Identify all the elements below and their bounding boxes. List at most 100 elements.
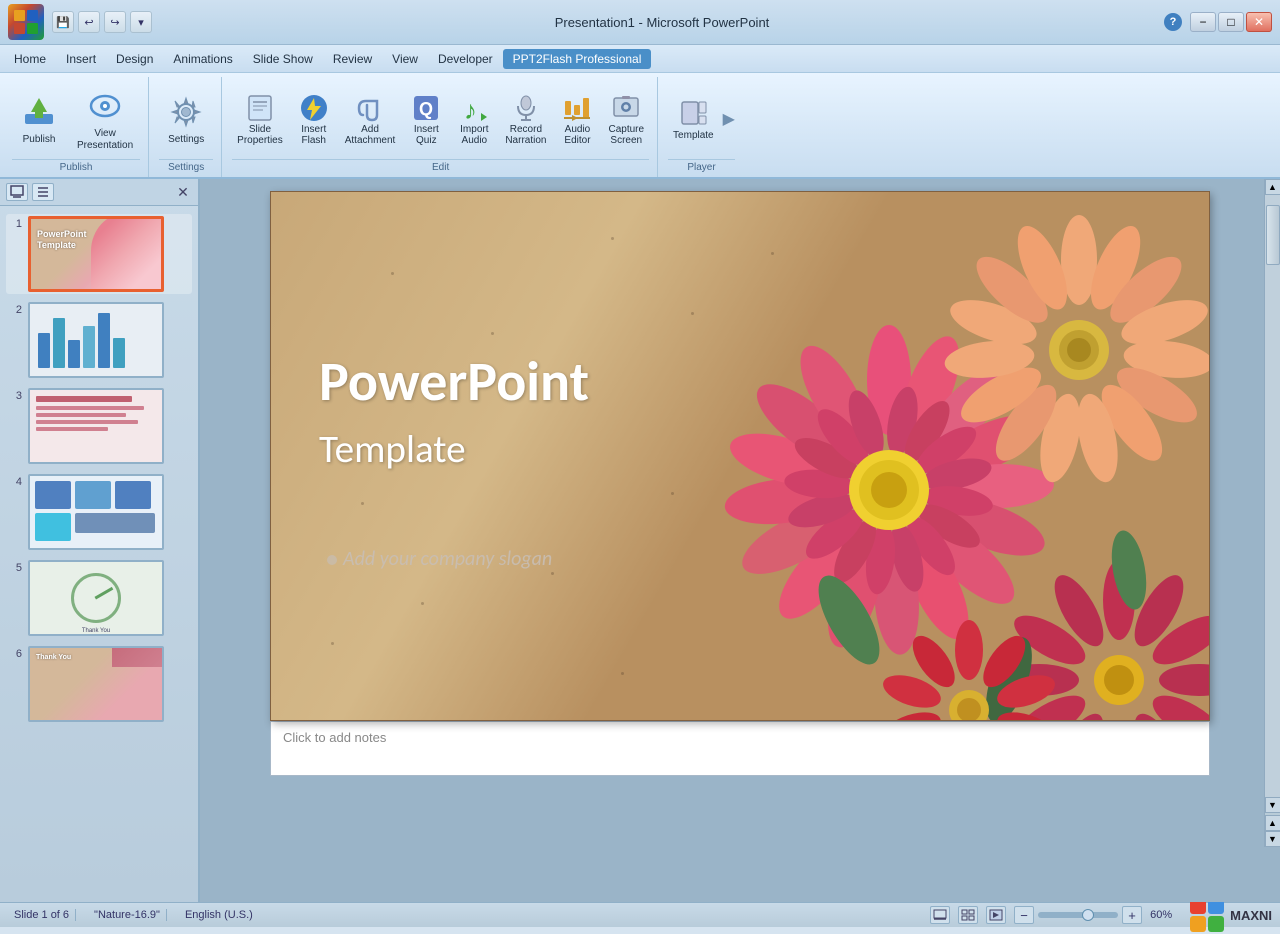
thumb-img-2	[28, 302, 164, 378]
slide-thumbnail-1[interactable]: 1 PowerPointTemplate	[6, 214, 192, 294]
publish-label: Publish	[23, 134, 56, 146]
insert-flash-label: InsertFlash	[301, 124, 326, 146]
slide-thumbnail-4[interactable]: 4	[6, 472, 192, 552]
slide-thumbnail-3[interactable]: 3	[6, 386, 192, 466]
office-logo	[8, 4, 44, 40]
notes-placeholder: Click to add notes	[283, 730, 386, 745]
insert-flash-icon	[298, 92, 330, 124]
slide-flowers-svg	[689, 191, 1209, 720]
canvas-wrapper: PowerPoint Template Add your company slo…	[200, 179, 1280, 902]
title-bar: 💾 ↩ ↪ ▾ Presentation1 - Microsoft PowerP…	[0, 0, 1280, 45]
record-narration-label: RecordNarration	[505, 124, 546, 146]
menu-ppt2flash[interactable]: PPT2Flash Professional	[503, 49, 652, 69]
player-group-label: Player	[668, 159, 735, 173]
insert-quiz-icon: Q	[410, 92, 442, 124]
capture-screen-button[interactable]: CaptureScreen	[603, 87, 649, 151]
help-button[interactable]: ?	[1164, 13, 1182, 31]
menu-view[interactable]: View	[382, 49, 428, 69]
menu-home[interactable]: Home	[4, 49, 56, 69]
ribbon: Publish ViewPresentation Publish	[0, 73, 1280, 179]
undo-button[interactable]: ↩	[78, 11, 100, 33]
notes-area[interactable]: Click to add notes	[270, 721, 1210, 776]
audio-editor-button[interactable]: AudioEditor	[555, 87, 599, 151]
scroll-thumb[interactable]	[1266, 205, 1280, 265]
reading-view-button[interactable]	[986, 906, 1006, 924]
view-presentation-icon	[85, 86, 125, 126]
slide-num-3: 3	[8, 388, 22, 402]
slides-tab[interactable]	[6, 183, 28, 201]
scroll-up-button[interactable]: ▲	[1265, 179, 1280, 195]
capture-screen-icon	[610, 92, 642, 124]
template-icon	[677, 98, 709, 130]
minimize-button[interactable]: −	[1190, 12, 1216, 32]
ribbon-group-player: Template ▶ Player	[660, 77, 743, 177]
status-bar: Slide 1 of 6 "Nature-16.9" English (U.S.…	[0, 902, 1280, 927]
import-audio-button[interactable]: ♪ ImportAudio	[452, 87, 496, 151]
thumb-img-6: Thank You	[28, 646, 164, 722]
redo-button[interactable]: ↪	[104, 11, 126, 33]
zoom-out-button[interactable]: −	[1014, 906, 1034, 924]
slide-properties-icon	[244, 92, 276, 124]
close-button[interactable]: ✕	[1246, 12, 1272, 32]
thumb-img-4	[28, 474, 164, 550]
zoom-slider[interactable]	[1038, 912, 1118, 918]
record-narration-icon	[510, 92, 542, 124]
settings-label: Settings	[168, 134, 204, 146]
publish-button[interactable]: Publish	[12, 87, 66, 151]
add-attachment-label: AddAttachment	[345, 124, 396, 146]
slide-num-4: 4	[8, 474, 22, 488]
slide-thumbnail-2[interactable]: 2	[6, 300, 192, 380]
slide-thumbnail-5[interactable]: 5 Thank You	[6, 558, 192, 638]
ribbon-more-button[interactable]: ▶	[723, 109, 735, 129]
add-attachment-icon	[354, 92, 386, 124]
menu-developer[interactable]: Developer	[428, 49, 503, 69]
menu-slideshow[interactable]: Slide Show	[243, 49, 323, 69]
view-presentation-button[interactable]: ViewPresentation	[70, 81, 140, 157]
capture-screen-label: CaptureScreen	[608, 124, 644, 146]
add-attachment-button[interactable]: AddAttachment	[340, 87, 401, 151]
slide-panel: ✕ 1 PowerPointTemplate 2	[0, 179, 200, 902]
outline-tab[interactable]	[32, 183, 54, 201]
menu-design[interactable]: Design	[106, 49, 163, 69]
scroll-down-button[interactable]: ▼	[1265, 797, 1280, 813]
scroll-right-down-button[interactable]: ▼	[1265, 831, 1280, 847]
record-narration-button[interactable]: RecordNarration	[500, 87, 551, 151]
customize-quick-access-button[interactable]: ▾	[130, 11, 152, 33]
menu-animations[interactable]: Animations	[163, 49, 242, 69]
publish-group-label: Publish	[12, 159, 140, 173]
zoom-in-button[interactable]: +	[1122, 906, 1142, 924]
view-presentation-label: ViewPresentation	[77, 128, 133, 152]
slide-properties-label: SlideProperties	[237, 124, 283, 146]
insert-quiz-button[interactable]: Q InsertQuiz	[404, 87, 448, 151]
normal-view-button[interactable]	[930, 906, 950, 924]
quick-access-toolbar: 💾 ↩ ↪ ▾	[52, 11, 152, 33]
slide-thumbnail-6[interactable]: 6 Thank You	[6, 644, 192, 724]
slide-slogan: Add your company slogan	[327, 547, 552, 571]
scroll-right-up-button[interactable]: ▲	[1265, 815, 1280, 831]
save-button[interactable]: 💾	[52, 11, 74, 33]
menu-review[interactable]: Review	[323, 49, 382, 69]
publish-icon	[19, 92, 59, 132]
slide-title: PowerPoint Template	[319, 352, 589, 475]
thumb-img-5: Thank You	[28, 560, 164, 636]
settings-button[interactable]: Settings	[159, 87, 213, 151]
slide-canvas[interactable]: PowerPoint Template Add your company slo…	[270, 191, 1210, 721]
maxni-text: MAXNI	[1230, 908, 1272, 923]
vertical-scrollbar: ▲ ▼ ▲ ▼	[1264, 179, 1280, 847]
settings-group-label: Settings	[159, 159, 213, 173]
thumb-img-3	[28, 388, 164, 464]
template-button[interactable]: Template	[668, 93, 719, 146]
import-audio-icon: ♪	[458, 92, 490, 124]
edit-group-label: Edit	[232, 159, 649, 173]
slide-sorter-button[interactable]	[958, 906, 978, 924]
scroll-track	[1265, 195, 1280, 797]
slide-properties-button[interactable]: SlideProperties	[232, 87, 288, 151]
maximize-button[interactable]: □	[1218, 12, 1244, 32]
audio-editor-label: AudioEditor	[564, 124, 590, 146]
menu-bar: Home Insert Design Animations Slide Show…	[0, 45, 1280, 73]
panel-close-button[interactable]: ✕	[174, 183, 192, 201]
menu-insert[interactable]: Insert	[56, 49, 106, 69]
audio-editor-icon	[561, 92, 593, 124]
slide-num-5: 5	[8, 560, 22, 574]
insert-flash-button[interactable]: InsertFlash	[292, 87, 336, 151]
